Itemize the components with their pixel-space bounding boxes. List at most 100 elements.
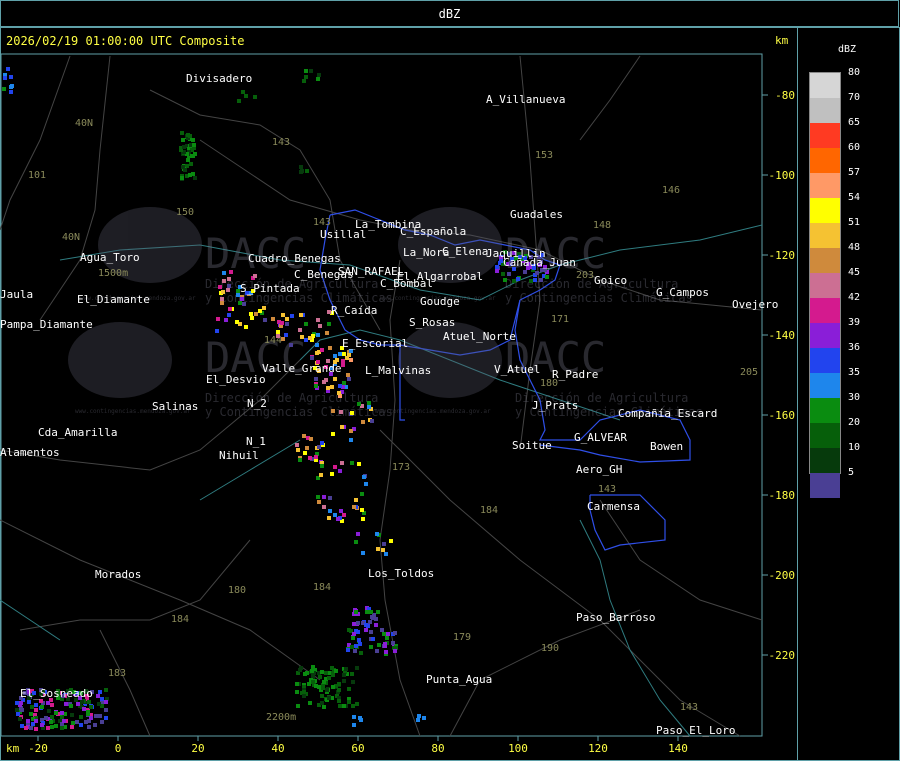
echo-pixel	[356, 532, 360, 536]
echo-pixel	[495, 269, 499, 273]
echo-pixel	[100, 720, 104, 724]
place-label: El_Diamante	[77, 293, 150, 306]
echo-pixel	[302, 79, 306, 83]
echo-pixel	[364, 628, 368, 632]
place-label: Ovejero	[732, 298, 778, 311]
echo-pixel	[6, 67, 10, 71]
road-label: 2200m	[266, 712, 296, 723]
echo-pixel	[357, 638, 361, 642]
echo-pixel	[365, 610, 369, 614]
echo-pixel	[351, 636, 355, 640]
echo-pixel	[300, 335, 304, 339]
echo-pixel	[26, 719, 30, 723]
place-label: Compañía_Escard	[618, 407, 717, 420]
echo-pixel	[385, 636, 389, 640]
echo-pixel	[344, 667, 348, 671]
road-label: 184	[313, 582, 331, 593]
place-label: R_Caída	[331, 304, 377, 317]
echo-pixel	[216, 317, 220, 321]
echo-pixel	[314, 384, 318, 388]
x-tick-label: 80	[431, 742, 444, 755]
echo-pixel	[338, 704, 342, 708]
echo-pixel	[237, 99, 241, 103]
echo-pixel	[339, 410, 343, 414]
echo-pixel	[290, 314, 294, 318]
legend-label-35: 35	[848, 367, 861, 378]
echo-pixel	[331, 432, 335, 436]
echo-pixel	[322, 505, 326, 509]
echo-pixel	[382, 632, 386, 636]
echo-pixel	[369, 610, 373, 614]
legend-swatch-30	[810, 398, 840, 423]
echo-pixel	[326, 386, 330, 390]
echo-pixel	[240, 297, 244, 301]
echo-pixel	[98, 714, 102, 718]
echo-pixel	[285, 317, 289, 321]
echo-pixel	[29, 712, 33, 716]
radar-map[interactable]: DACC Dirección de Agricultura y Continge…	[0, 0, 900, 761]
echo-pixel	[180, 176, 184, 180]
echo-pixel	[371, 637, 375, 641]
echo-pixel	[20, 724, 24, 728]
echo-pixel	[308, 456, 312, 460]
y-tick-label: -100	[769, 169, 796, 182]
echo-pixel	[289, 343, 293, 347]
place-label: Agua_Toro	[80, 251, 140, 264]
echo-pixel	[238, 301, 242, 305]
echo-pixel	[317, 445, 321, 449]
echo-pixel	[539, 278, 543, 282]
echo-pixel	[94, 714, 98, 718]
echo-pixel	[249, 312, 253, 316]
echo-pixel	[328, 346, 332, 350]
echo-pixel	[220, 301, 224, 305]
echo-pixel	[328, 509, 332, 513]
legend-swatch-54	[810, 198, 840, 223]
echo-pixel	[254, 312, 258, 316]
echo-pixel	[370, 419, 374, 423]
echo-pixel	[70, 713, 74, 717]
echo-pixel	[545, 275, 549, 279]
legend-label-51: 51	[848, 217, 861, 228]
echo-pixel	[342, 513, 346, 517]
echo-pixel	[325, 331, 329, 335]
echo-pixel	[357, 402, 361, 406]
place-label: Divisadero	[186, 72, 252, 85]
place-label: Paso_El_Loro	[656, 724, 735, 737]
echo-pixel	[314, 455, 318, 459]
echo-pixel	[331, 673, 335, 677]
place-label: Cañada_Juan	[503, 256, 576, 269]
echo-pixel	[364, 623, 368, 627]
echo-pixel	[351, 680, 355, 684]
place-label: G_ALVEAR	[574, 431, 627, 444]
echo-pixel	[29, 726, 33, 730]
road-label: 205	[740, 367, 758, 378]
echo-pixel	[374, 623, 378, 627]
echo-pixel	[276, 330, 280, 334]
echo-pixel	[60, 711, 64, 715]
echo-pixel	[333, 377, 337, 381]
echo-pixel	[353, 649, 357, 653]
echo-pixel	[20, 708, 24, 712]
echo-pixel	[304, 75, 308, 79]
echo-pixel	[281, 337, 285, 341]
echo-pixel	[296, 704, 300, 708]
place-label: Bowen	[650, 440, 683, 453]
echo-pixel	[352, 505, 356, 509]
echo-pixel	[280, 321, 284, 325]
place-label: R_Padre	[552, 368, 598, 381]
echo-pixel	[322, 705, 326, 709]
echo-pixel	[383, 644, 387, 648]
place-label: N_2	[247, 397, 267, 410]
echo-pixel	[229, 270, 233, 274]
y-tick-label: -180	[769, 489, 796, 502]
echo-pixel	[319, 473, 323, 477]
echo-pixel	[75, 720, 79, 724]
echo-pixel	[361, 551, 365, 555]
echo-pixel	[393, 649, 397, 653]
echo-pixel	[295, 690, 299, 694]
echo-pixel	[19, 701, 23, 705]
echo-pixel	[191, 154, 195, 158]
echo-pixel	[361, 517, 365, 521]
echo-pixel	[350, 411, 354, 415]
echo-pixel	[253, 274, 257, 278]
